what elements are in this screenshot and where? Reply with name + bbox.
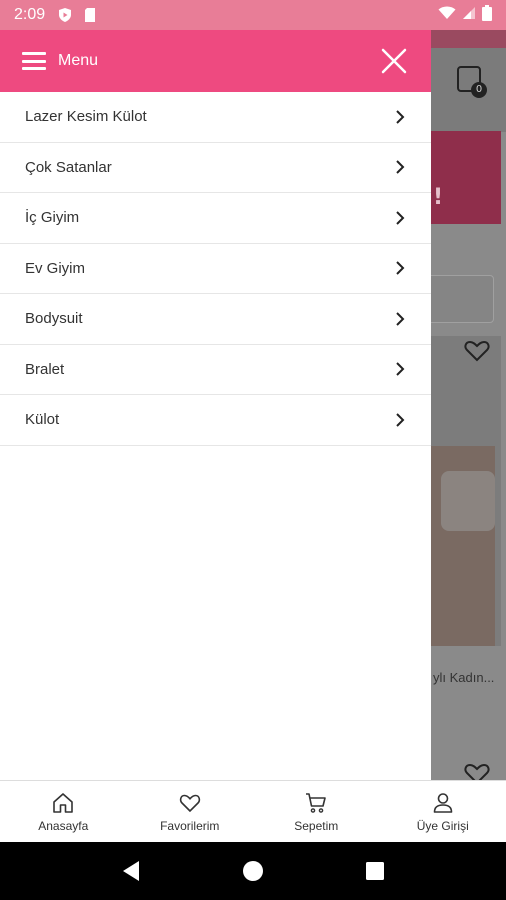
chevron-right-icon: [396, 211, 405, 225]
system-navigation-bar: [0, 842, 506, 900]
drawer-header: Menu: [0, 30, 431, 92]
background-search-box: [431, 275, 494, 323]
wifi-icon: [438, 6, 456, 24]
nav-cart-label: Sepetim: [294, 818, 339, 833]
background-favorite-icon: [464, 340, 490, 366]
sd-card-icon: [83, 7, 99, 23]
menu-item-ev-giyim[interactable]: Ev Giyim: [0, 244, 431, 294]
recents-button[interactable]: [362, 858, 388, 884]
background-top-strip: [431, 30, 506, 48]
menu-item-label: Külot: [25, 411, 60, 429]
chevron-right-icon: [396, 413, 405, 427]
user-icon: [433, 792, 453, 813]
home-icon: [53, 792, 74, 813]
menu-item-kulot[interactable]: Külot: [0, 395, 431, 446]
background-product-image-detail: [441, 471, 495, 531]
background-product-card: [431, 336, 501, 646]
back-triangle-icon: [123, 861, 139, 881]
chevron-right-icon: [396, 362, 405, 376]
menu-item-ic-giyim[interactable]: İç Giyim: [0, 193, 431, 244]
chevron-right-icon: [396, 312, 405, 326]
status-time: 2:09: [14, 6, 46, 23]
background-product-name: ylı Kadın...: [433, 670, 495, 685]
nav-login[interactable]: Üye Girişi: [380, 781, 506, 842]
chevron-right-icon: [396, 261, 405, 275]
play-protect-icon: [57, 7, 73, 23]
background-favorite-icon-2: [464, 763, 490, 780]
menu-item-bralet[interactable]: Bralet: [0, 345, 431, 395]
menu-item-cok-satanlar[interactable]: Çok Satanlar: [0, 143, 431, 193]
nav-home-label: Anasayfa: [38, 818, 89, 833]
drawer-menu-list: Lazer Kesim Külot Çok Satanlar İç Giyim …: [0, 92, 431, 446]
menu-item-label: İç Giyim: [25, 209, 80, 227]
bottom-navigation: Anasayfa Favorilerim Sepetim Üye Girişi: [0, 780, 506, 842]
menu-item-lazer-kesim-kulot[interactable]: Lazer Kesim Külot: [0, 92, 431, 143]
home-button[interactable]: [240, 858, 266, 884]
background-app-overlay[interactable]: 0 ! ylı Kadın...: [431, 30, 506, 780]
cart-icon: [306, 792, 327, 813]
signal-icon: [462, 6, 476, 24]
menu-item-label: Ev Giyim: [25, 259, 85, 277]
status-bar: 2:09: [0, 0, 506, 30]
battery-icon: [482, 5, 492, 25]
menu-item-bodysuit[interactable]: Bodysuit: [0, 294, 431, 345]
nav-login-label: Üye Girişi: [416, 818, 469, 833]
close-drawer-button[interactable]: [379, 46, 409, 76]
nav-favorites-label: Favorilerim: [160, 818, 220, 833]
background-banner: !: [431, 131, 501, 224]
menu-item-label: Lazer Kesim Külot: [25, 108, 147, 126]
home-circle-icon: [243, 861, 263, 881]
nav-favorites[interactable]: Favorilerim: [127, 781, 254, 842]
background-banner-text: !: [433, 185, 444, 210]
chevron-right-icon: [396, 160, 405, 174]
background-cart-badge: 0: [471, 82, 487, 98]
back-button[interactable]: [118, 858, 144, 884]
navigation-drawer: Menu Lazer Kesim Külot Çok Satanlar İç G…: [0, 30, 431, 780]
menu-item-label: Bralet: [25, 360, 65, 378]
hamburger-menu-icon: [22, 52, 46, 70]
heart-icon: [179, 794, 200, 812]
menu-item-label: Çok Satanlar: [25, 158, 112, 176]
recents-square-icon: [366, 862, 384, 880]
drawer-title: Menu: [58, 52, 99, 69]
close-icon: [381, 48, 407, 74]
nav-home[interactable]: Anasayfa: [0, 781, 127, 842]
nav-cart[interactable]: Sepetim: [253, 781, 380, 842]
chevron-right-icon: [396, 110, 405, 124]
menu-item-label: Bodysuit: [25, 310, 83, 328]
